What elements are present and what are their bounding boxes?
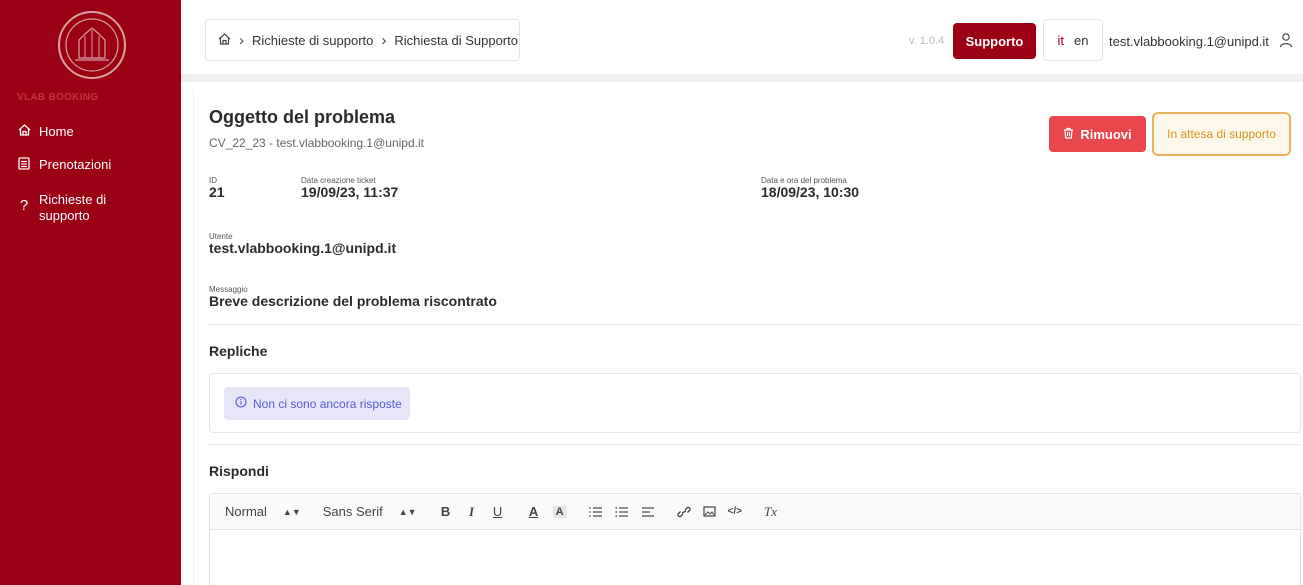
divider [209, 444, 1301, 445]
background-color-button[interactable]: A [552, 505, 567, 518]
reply-title: Rispondi [209, 463, 269, 479]
remove-button-label: Rimuovi [1080, 126, 1132, 142]
university-seal-logo [58, 11, 126, 79]
format-select[interactable]: Normal ▲▼ [225, 504, 311, 519]
editor-toolbar: Normal ▲▼ Sans Serif ▲▼ B I U A A </> Tx [210, 494, 1300, 530]
lang-en-option[interactable]: en [1074, 33, 1088, 48]
field-value: 18/09/23, 10:30 [761, 184, 860, 200]
field-value: test.vlabbooking.1@unipd.it [209, 240, 397, 256]
remove-button[interactable]: Rimuovi [1049, 116, 1146, 152]
app-brand: VLAB BOOKING [17, 92, 99, 103]
chevron-right-icon: › [239, 31, 244, 49]
bold-button[interactable]: B [439, 504, 453, 519]
image-icon[interactable] [702, 506, 716, 517]
user-field: Utente test.vlabbooking.1@unipd.it [209, 232, 396, 256]
ticket-id-field: ID 21 [209, 176, 225, 200]
support-button[interactable]: Supporto [953, 23, 1036, 59]
font-select[interactable]: Sans Serif ▲▼ [323, 504, 427, 519]
sidebar-item-prenotazioni[interactable]: Prenotazioni [17, 157, 111, 172]
field-value: 21 [209, 184, 225, 200]
no-replies-text: Non ci sono ancora risposte [253, 396, 402, 411]
sidebar: VLAB BOOKING Home Prenotazioni ? Richies… [0, 0, 181, 585]
clear-format-button[interactable]: Tx [764, 504, 777, 520]
field-value: Breve descrizione del problema riscontra… [209, 293, 497, 309]
text-color-button[interactable]: A [527, 504, 541, 519]
ticket-subtitle: CV_22_23 - test.vlabbooking.1@unipd.it [209, 136, 424, 150]
list-icon [17, 157, 31, 170]
ticket-card: Oggetto del problema CV_22_23 - test.vla… [193, 89, 1303, 585]
trash-icon [1063, 127, 1074, 142]
link-icon[interactable] [676, 506, 691, 518]
home-icon[interactable] [218, 32, 231, 48]
info-icon [235, 396, 247, 411]
sidebar-item-label: Richieste di supporto [39, 192, 107, 223]
home-icon [17, 124, 31, 136]
user-email[interactable]: test.vlabbooking.1@unipd.it [1109, 34, 1269, 49]
problem-date-field: Data e ora del problema 18/09/23, 10:30 [761, 176, 859, 200]
sidebar-item-label: Prenotazioni [39, 157, 112, 172]
sidebar-item-home[interactable]: Home [17, 124, 74, 139]
user-icon[interactable] [1279, 32, 1293, 48]
bullet-list-icon[interactable] [614, 506, 629, 518]
ticket-title: Oggetto del problema [209, 107, 396, 127]
lang-it-option[interactable]: it [1058, 33, 1065, 48]
language-switcher: it en [1043, 19, 1103, 61]
select-arrows-icon: ▲▼ [398, 506, 417, 517]
breadcrumb: › Richieste di supporto › Richiesta di S… [205, 19, 520, 61]
app-version: v. 1.0.4 [909, 35, 945, 47]
created-date-field: Data creazione ticket 19/09/23, 11:37 [301, 176, 398, 200]
ordered-list-icon[interactable] [589, 506, 603, 518]
message-field: Messaggio Breve descrizione del problema… [209, 285, 497, 309]
status-badge: In attesa di supporto [1152, 112, 1291, 156]
field-value: 19/09/23, 11:37 [301, 184, 399, 200]
select-arrows-icon: ▲▼ [282, 506, 301, 517]
reply-editor: Normal ▲▼ Sans Serif ▲▼ B I U A A </> Tx [209, 493, 1301, 585]
replies-title: Repliche [209, 343, 268, 359]
align-icon[interactable] [641, 506, 655, 518]
replies-list: Non ci sono ancora risposte [209, 373, 1301, 433]
divider [209, 324, 1301, 325]
top-bar: › Richieste di supporto › Richiesta di S… [181, 0, 1303, 82]
breadcrumb-item: Richiesta di Supporto [394, 32, 518, 48]
breadcrumb-item[interactable]: Richieste di supporto [252, 33, 373, 48]
underline-button[interactable]: U [491, 504, 505, 519]
no-replies-alert: Non ci sono ancora risposte [224, 387, 410, 420]
question-icon: ? [19, 197, 29, 214]
sidebar-item-label: Home [39, 124, 74, 139]
sidebar-item-richieste[interactable]: ? Richieste di supporto [17, 192, 106, 224]
code-icon[interactable]: </> [728, 506, 742, 517]
chevron-right-icon: › [381, 31, 387, 49]
italic-button[interactable]: I [465, 504, 479, 520]
